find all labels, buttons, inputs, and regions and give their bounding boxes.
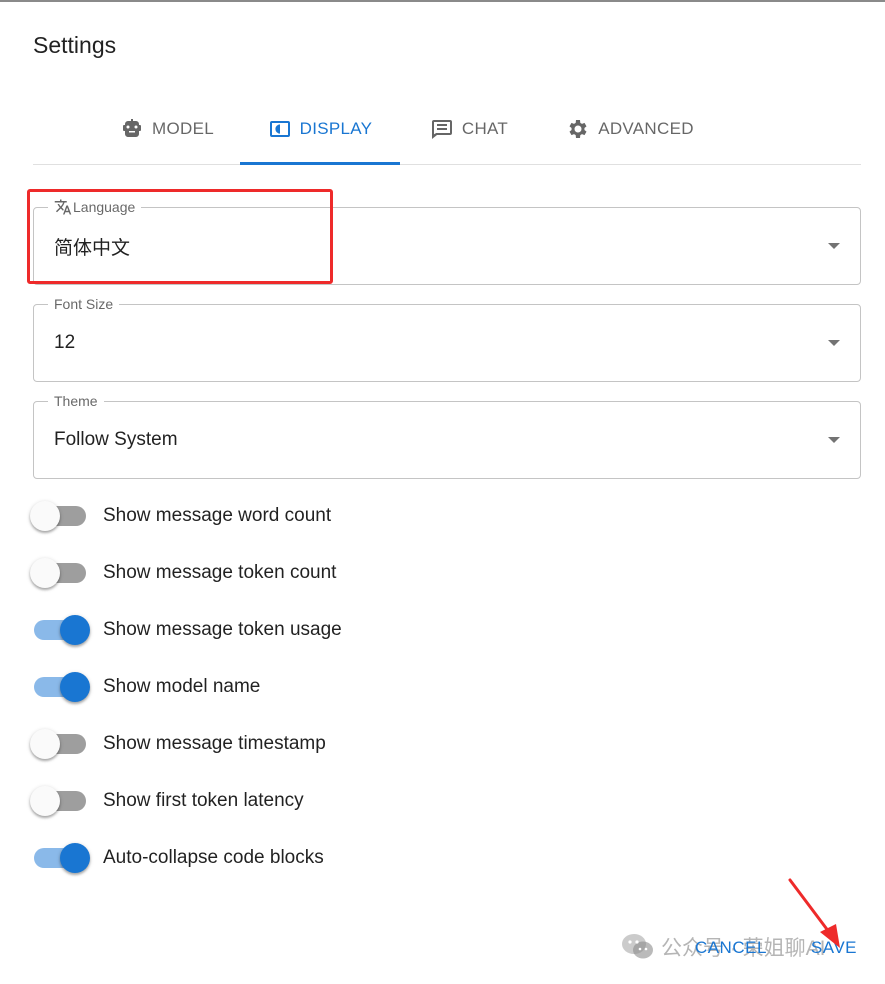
language-value: 简体中文 bbox=[54, 237, 131, 259]
word-count-switch[interactable] bbox=[30, 496, 90, 536]
switch-label: Show message token count bbox=[103, 562, 337, 583]
timestamp-switch[interactable] bbox=[30, 724, 90, 764]
switch-row: Show message word count bbox=[30, 496, 331, 536]
cancel-button[interactable]: CANCEL bbox=[693, 932, 769, 964]
tab-chat[interactable]: CHAT bbox=[414, 94, 524, 164]
switch-label: Show message word count bbox=[103, 505, 332, 526]
model-name-switch[interactable] bbox=[30, 667, 90, 707]
switch-row: Show message timestamp bbox=[30, 724, 326, 764]
switch-label: Show message timestamp bbox=[103, 733, 326, 754]
display-icon bbox=[269, 121, 290, 137]
auto-collapse-switch[interactable] bbox=[30, 838, 90, 878]
tab-label: ADVANCED bbox=[598, 119, 694, 138]
dialog-title: Settings bbox=[33, 32, 117, 58]
robot-icon bbox=[123, 119, 142, 137]
tab-advanced[interactable]: ADVANCED bbox=[545, 94, 715, 164]
gear-icon bbox=[569, 120, 587, 138]
token-count-switch[interactable] bbox=[30, 553, 90, 593]
font-size-value: 12 bbox=[54, 332, 76, 353]
font-size-select[interactable]: Font Size 12 bbox=[33, 295, 861, 382]
tab-model[interactable]: MODEL bbox=[107, 94, 227, 164]
theme-select[interactable]: Theme Follow System bbox=[33, 392, 861, 479]
dropdown-arrow-icon bbox=[828, 437, 840, 443]
dialog-actions: CANCEL SAVE bbox=[693, 932, 859, 964]
language-select[interactable]: Language 简体中文 bbox=[33, 198, 861, 285]
tab-display[interactable]: DISPLAY bbox=[240, 94, 400, 165]
switch-label: Show first token latency bbox=[103, 790, 304, 811]
settings-tabs: MODEL DISPLAY CHAT ADVANCED bbox=[33, 94, 861, 165]
save-button[interactable]: SAVE bbox=[809, 932, 859, 964]
settings-dialog: Settings MODEL DISPLAY CHAT ADVANCED Lan… bbox=[0, 0, 885, 984]
token-usage-switch[interactable] bbox=[30, 610, 90, 650]
switch-label: Auto-collapse code blocks bbox=[103, 847, 324, 868]
switch-row: Show model name bbox=[30, 667, 260, 707]
switch-row: Show message token count bbox=[30, 553, 336, 593]
switch-label: Show model name bbox=[103, 676, 261, 697]
dropdown-arrow-icon bbox=[828, 340, 840, 346]
wechat-icon bbox=[622, 934, 653, 959]
tab-label: MODEL bbox=[152, 119, 214, 138]
tab-label: CHAT bbox=[461, 119, 509, 138]
switch-label: Show message token usage bbox=[103, 619, 342, 640]
theme-value: Follow System bbox=[54, 429, 178, 450]
switch-row: Show first token latency bbox=[30, 781, 304, 821]
first-token-latency-switch[interactable] bbox=[30, 781, 90, 821]
chat-icon bbox=[431, 120, 452, 139]
tab-label: DISPLAY bbox=[299, 119, 373, 138]
switch-row: Auto-collapse code blocks bbox=[30, 838, 324, 878]
dropdown-arrow-icon bbox=[828, 243, 840, 249]
switch-row: Show message token usage bbox=[30, 610, 342, 650]
